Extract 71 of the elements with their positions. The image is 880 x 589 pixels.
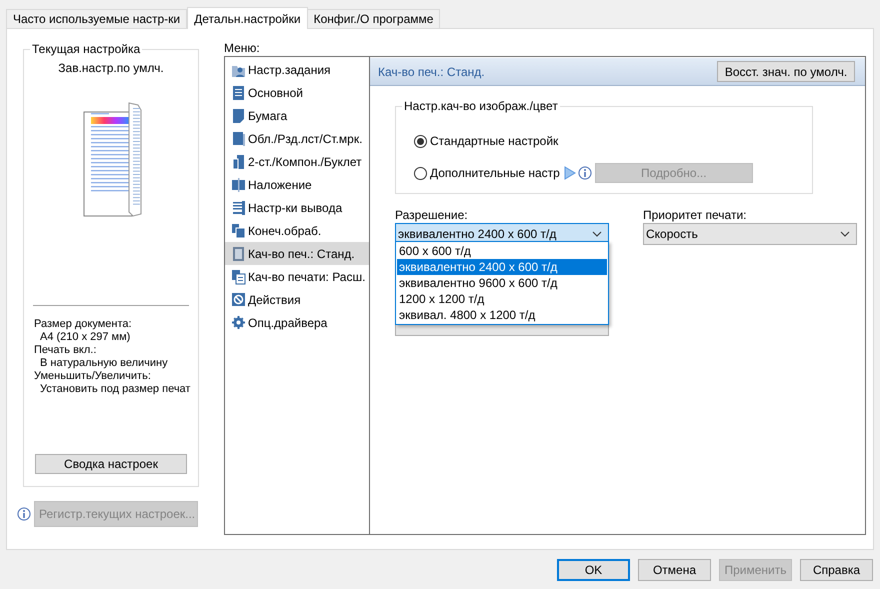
preset-name: Зав.настр.по умлч. [58,61,164,75]
dropdown-option[interactable]: 600 x 600 т/д [397,243,607,259]
dropdown-option[interactable]: эквивалентно 9600 x 600 т/д [397,275,607,291]
dialog-button[interactable]: OK [557,559,630,581]
menu-item-label: Кач-во печ.: Станд. [248,246,355,262]
menu-item-label: Конеч.обраб. [248,222,322,240]
print-priority-dropdown[interactable]: Скорость [643,223,857,245]
menu-item[interactable]: Кач-во печати: Расш. [225,265,369,288]
prohibited-icon [231,292,246,308]
menu-item-label: Настр-ки вывода [248,200,342,216]
dropdown-option[interactable]: эквивалентно 2400 x 600 т/д [397,259,607,275]
menu-label: Меню: [224,42,261,56]
checker-icon [231,246,246,262]
tab[interactable]: Конфиг./О программе [306,9,440,28]
info-icon [578,166,592,180]
cover-icon [231,130,246,146]
dropdown-option[interactable]: 1200 x 1200 т/д [397,291,607,307]
info-label: Уменьшить/Увеличить: [34,370,152,383]
radio-button[interactable] [414,166,427,180]
dialog-button[interactable]: Отмена [638,559,711,581]
info-value: В натуральную величину [39,357,169,370]
info-label: Печать вкл.: [34,344,98,357]
tab[interactable]: Детальн.настройки [187,7,308,29]
stack-icon [231,200,246,216]
info-value: Установить под размер печат [39,383,192,396]
info-icon [17,507,31,521]
menu-item-label: Наложение [248,176,312,194]
booklet-icon [231,154,246,170]
menu-item[interactable]: Настр.задания [225,58,369,81]
menu-item[interactable]: Бумага [225,104,369,127]
chevron-down-icon [840,231,850,237]
menu-item-label: 2-ст./Компон./Буклет [248,154,362,170]
info-label: Размер документа: [34,318,133,331]
restore-defaults-button[interactable]: Восст. знач. по умолч. [717,61,855,82]
menu-item[interactable]: Основной [225,81,369,104]
menu-item-label: Обл./Рзд.лст/Ст.мрк. [248,130,362,148]
menu-item[interactable]: Опц.драйвера [225,311,369,334]
field-label: Разрешение: [395,208,469,222]
panel-title: Кач-во печ.: Станд. [378,64,485,80]
group-title: Текущая настройка [30,42,142,56]
menu-item-label: Опц.драйвера [248,314,328,332]
menu-item[interactable]: Кач-во печ.: Станд. [225,242,369,265]
radio-label: Дополнительные настр [430,165,560,182]
menu-item-label: Действия [248,292,301,308]
menu-item[interactable]: Конеч.обраб. [225,219,369,242]
menu-item-label: Кач-во печати: Расш. [248,268,366,286]
menu-item-label: Настр.задания [248,62,331,78]
menu-item[interactable]: Обл./Рзд.лст/Ст.мрк. [225,127,369,150]
table-icon [231,268,246,284]
radio-label: Стандартные настройк [430,133,558,150]
radio-button[interactable] [414,134,427,148]
pages-icon [231,222,246,238]
menu-item-label: Основной [248,84,304,102]
menu-item-label: Бумага [248,108,288,124]
field-label: Приоритет печати: [643,208,748,222]
summary-button[interactable]: Сводка настроек [35,454,187,474]
menu-item[interactable]: 2-ст./Компон./Буклет [225,150,369,173]
menu-item[interactable]: Наложение [225,173,369,196]
group-title: Настр.кач-во изображ./цвет [402,99,560,113]
menu-item[interactable]: Действия [225,288,369,311]
menu-item[interactable]: Настр-ки вывода [225,196,369,219]
paper-icon [231,108,246,124]
gear-icon [231,314,246,330]
play-icon [564,166,576,180]
document-icon [231,84,246,100]
chevron-down-icon [592,231,602,237]
dialog-button[interactable]: Справка [800,559,873,581]
dropdown-option[interactable]: эквивал. 4800 x 1200 т/д [397,307,607,323]
overlay-icon [231,176,246,192]
info-value: A4 (210 x 297 мм) [39,331,132,344]
tab[interactable]: Часто используемые настр-ки [6,9,188,28]
